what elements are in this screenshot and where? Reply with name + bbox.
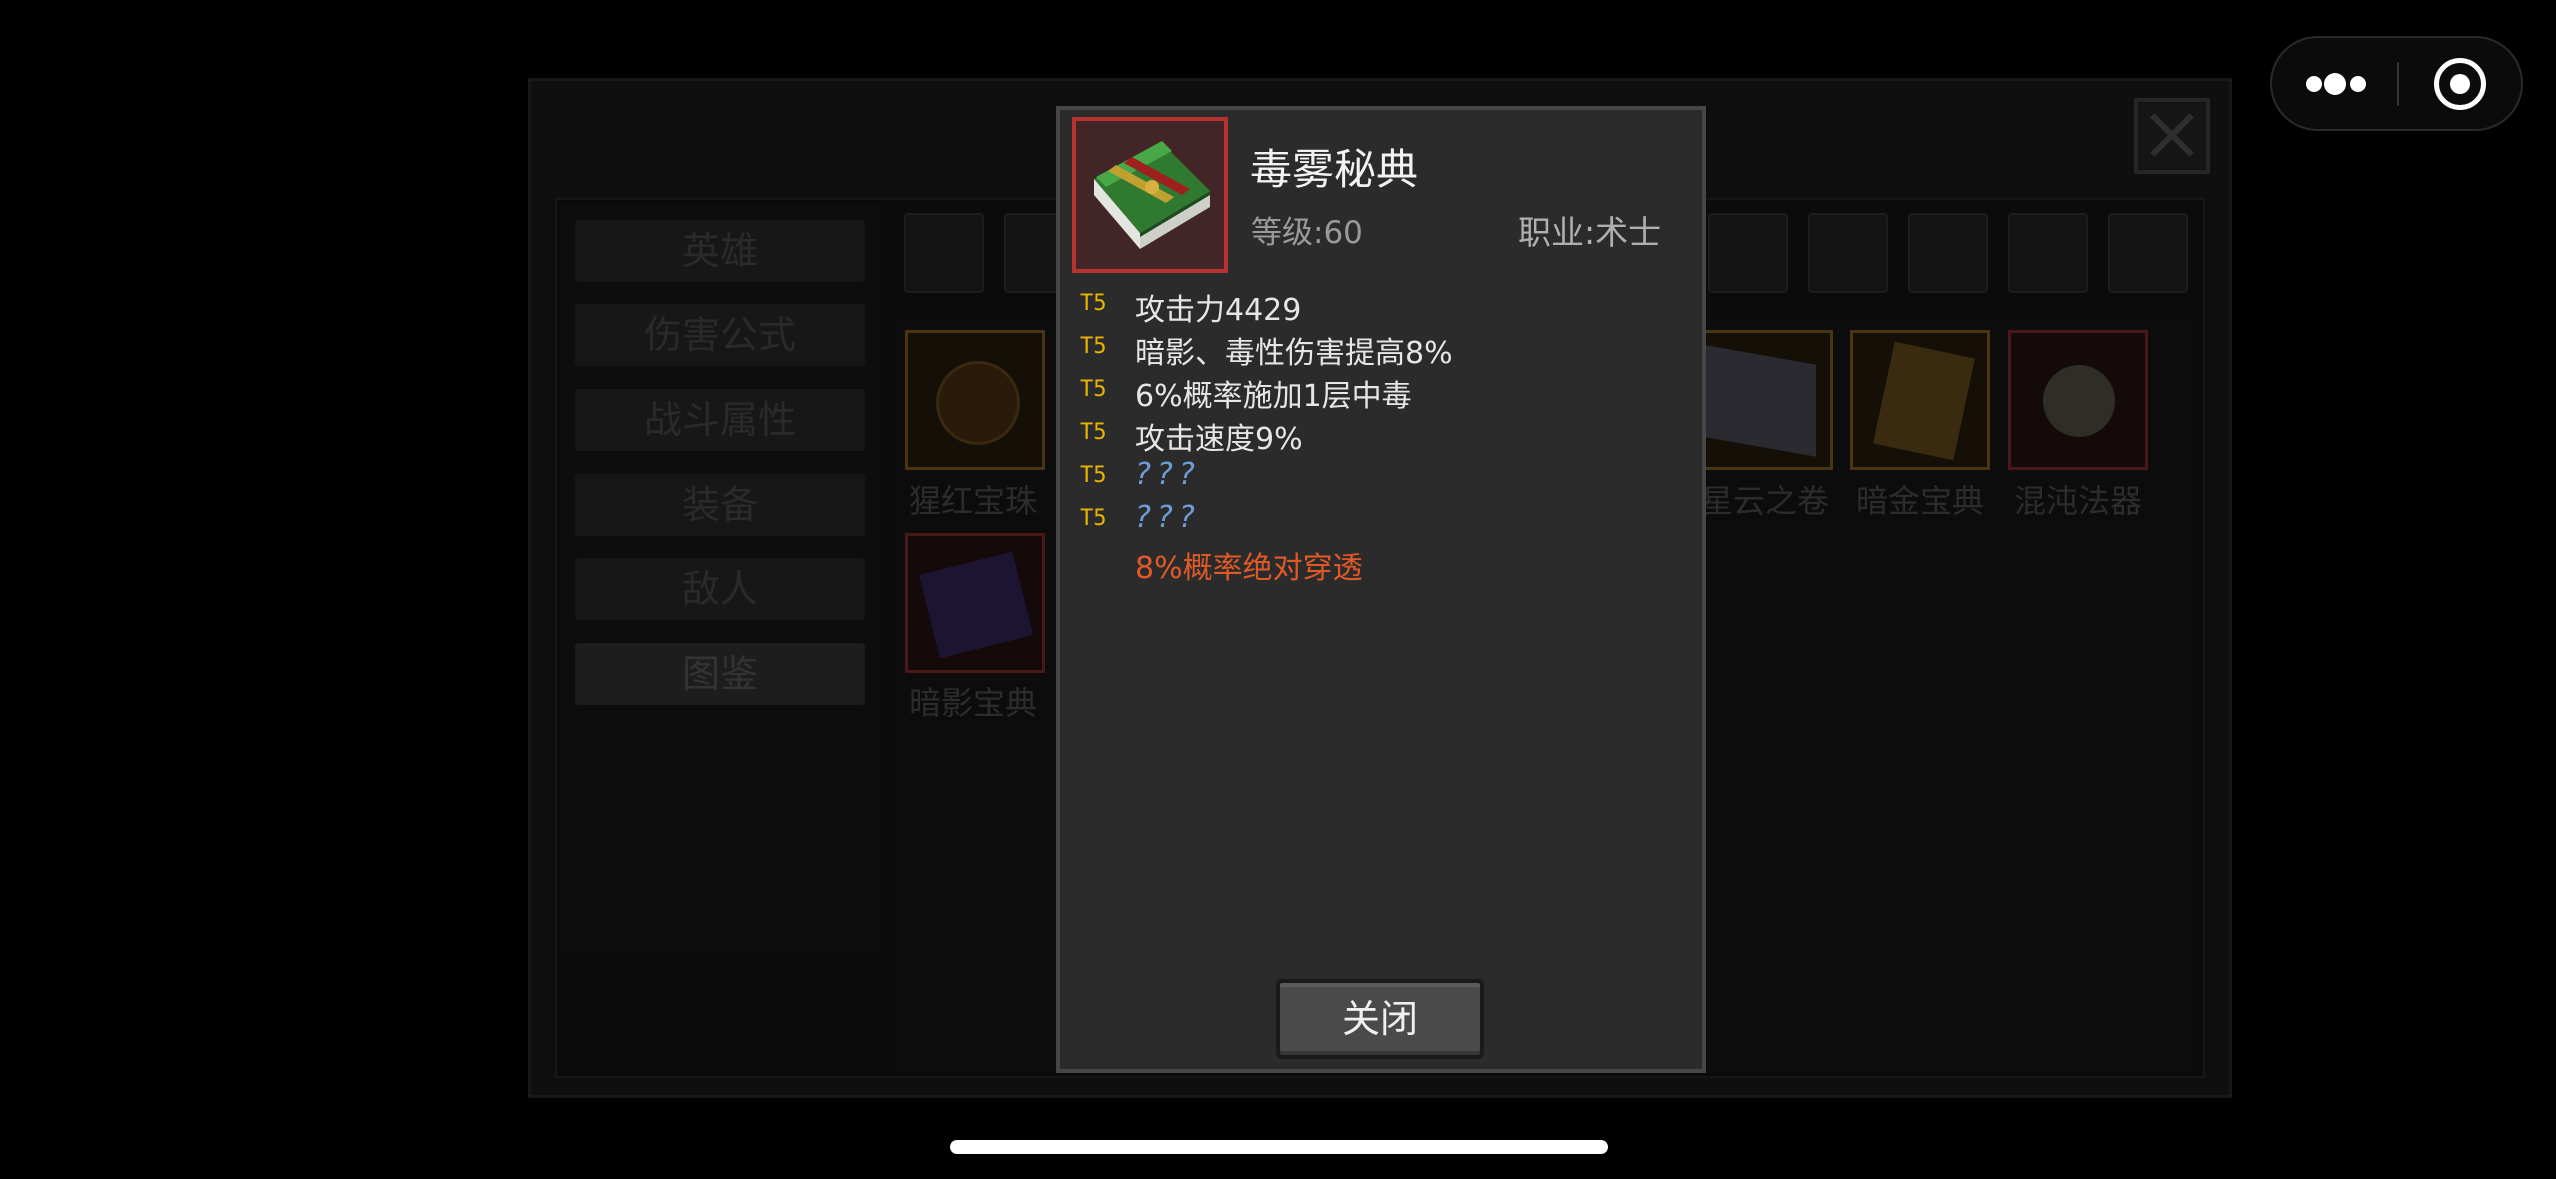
- category-tab: [1808, 213, 1888, 293]
- stat-text: 攻击速度9%: [1135, 422, 1303, 457]
- item-slot-shadow-tome: [905, 533, 1045, 673]
- stat-text: 6%概率施加1层中毒: [1135, 379, 1412, 414]
- item-slot-chaos-artifact: [2008, 330, 2148, 470]
- slot-label: 星云之卷: [1700, 482, 1829, 520]
- item-name: 毒雾秘典: [1250, 145, 1419, 194]
- menu-item-enemies: 敌人: [575, 558, 865, 620]
- capsule-divider: [2397, 62, 2399, 106]
- slot-label: 暗金宝典: [1855, 482, 1984, 520]
- special-effect-text: 8%概率绝对穿透: [1135, 551, 1363, 586]
- item-class: 职业:术士: [1518, 213, 1662, 252]
- close-button[interactable]: 关闭: [1276, 979, 1484, 1059]
- tier-badge: T5: [1080, 420, 1107, 445]
- item-level: 等级:60: [1251, 215, 1363, 251]
- menu-item-damage-formula: 伤害公式: [575, 304, 865, 366]
- stat-text: 暗影、毒性伤害提高8%: [1135, 336, 1453, 371]
- more-dots-icon[interactable]: [2272, 38, 2398, 129]
- category-tab: [1908, 213, 1988, 293]
- slot-label: 暗影宝典: [908, 684, 1037, 722]
- category-tab: [904, 213, 984, 293]
- tier-badge: T5: [1080, 463, 1107, 488]
- target-circle-icon[interactable]: [2434, 58, 2486, 110]
- item-slot-scarlet-orb: [905, 330, 1045, 470]
- tier-badge: T5: [1080, 377, 1107, 402]
- tier-badge: T5: [1080, 291, 1107, 316]
- menu-item-hero: 英雄: [575, 220, 865, 282]
- stat-text: 攻击力4429: [1135, 293, 1302, 328]
- home-indicator[interactable]: [950, 1140, 1608, 1154]
- item-slot-dark-gold-tome: [1850, 330, 1990, 470]
- slot-label: 混沌法器: [2013, 482, 2142, 520]
- tier-badge: T5: [1080, 506, 1107, 531]
- category-tab: [2108, 213, 2188, 293]
- menu-item-combat-stats: 战斗属性: [575, 389, 865, 451]
- stat-text-hidden: ???: [1135, 457, 1201, 492]
- category-tab: [1708, 213, 1788, 293]
- panel-close-icon: [2134, 98, 2210, 174]
- mini-program-capsule: [2270, 36, 2523, 131]
- slot-label: 猩红宝珠: [908, 482, 1037, 520]
- item-slot-nebula-scroll: [1693, 330, 1833, 470]
- stat-text-hidden: ???: [1135, 500, 1201, 535]
- category-tab: [2008, 213, 2088, 293]
- green-spellbook-icon: [1072, 117, 1228, 273]
- menu-item-equipment: 装备: [575, 474, 865, 536]
- menu-item-codex: 图鉴: [575, 643, 865, 705]
- tier-badge: T5: [1080, 334, 1107, 359]
